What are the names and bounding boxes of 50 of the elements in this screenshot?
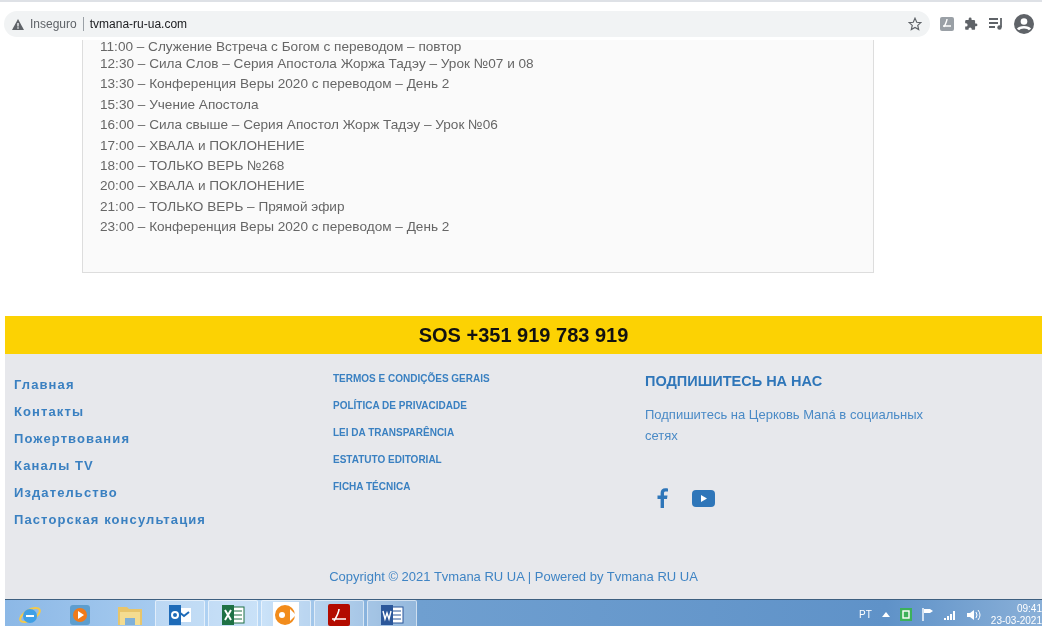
pdf-app-icon[interactable] <box>328 603 350 626</box>
legal-link[interactable]: FICHA TÉCNICA <box>333 480 645 493</box>
footer-nav-link[interactable]: Пожертвования <box>14 430 333 447</box>
circle-arrow-app-icon[interactable] <box>273 601 299 626</box>
address-bar[interactable]: Inseguro tvmana-ru-ua.com <box>4 11 930 37</box>
clock-date[interactable]: 23-03-2021 <box>990 614 1042 626</box>
tray-arrow-icon[interactable] <box>881 612 890 617</box>
schedule-item: 17:00 – ХВАЛА и ПОКЛОНЕНИЕ <box>100 136 306 155</box>
flag-icon[interactable] <box>921 608 934 621</box>
security-label: Inseguro <box>30 17 77 31</box>
pdf-extension-icon[interactable] <box>940 17 954 31</box>
puzzle-icon[interactable] <box>964 17 978 31</box>
media-queue-icon[interactable] <box>988 17 1004 31</box>
schedule-item: 13:30 – Конференция Веры 2020 с переводом – День 2 <box>100 75 451 94</box>
warning-icon[interactable] <box>12 18 24 30</box>
facebook-icon[interactable] <box>657 488 668 508</box>
legal-link[interactable]: TERMOS E CONDIÇÕES GERAIS <box>333 372 645 385</box>
spreadsheet-app-icon[interactable] <box>221 603 245 626</box>
schedule-item: 15:30 – Учение Апостола <box>100 95 260 114</box>
footer-nav-link[interactable]: Главная <box>14 376 333 393</box>
schedule-item: 16:00 – Сила свыше – Серия Апостол Жорж Тадэу – Урок №06 <box>100 116 499 135</box>
schedule-item: 20:00 – ХВАЛА и ПОКЛОНЕНИЕ <box>100 177 306 196</box>
sos-phone-text: SOS +351 919 783 919 <box>418 323 629 347</box>
account-icon[interactable] <box>1014 14 1034 34</box>
schedule-item: 21:00 – ТОЛЬКО ВЕРЬ – Прямой эфир <box>100 197 346 216</box>
footer-nav-link[interactable]: Каналы TV <box>14 457 333 474</box>
footer-nav-link[interactable]: Пасторская консультация <box>14 511 333 528</box>
copyright-text: Copyright © 2021 Tvmana RU UA | Powered by Tvmana RU UA <box>329 569 698 584</box>
legal-link[interactable]: LEI DA TRANSPARÊNCIA <box>333 426 645 439</box>
schedule-item: 23:00 – Конференция Веры 2020 с переводом – День 2 <box>100 218 451 237</box>
legal-link[interactable]: ESTATUTO EDITORIAL <box>333 453 645 466</box>
shield-tray-icon[interactable] <box>899 608 912 621</box>
legal-link[interactable]: POLÍTICA DE PRIVACIDADE <box>333 399 645 412</box>
youtube-icon[interactable] <box>692 489 715 507</box>
mail-app-icon[interactable] <box>168 603 192 626</box>
language-indicator[interactable]: PT <box>859 609 872 620</box>
schedule-item: 12:30 – Сила Слов – Серия Апостола Жоржа Тадэу – Урок №07 и 08 <box>100 55 535 73</box>
volume-icon[interactable] <box>966 608 981 621</box>
play-icon[interactable] <box>70 604 90 625</box>
url-text[interactable]: tvmana-ru-ua.com <box>89 17 902 31</box>
schedule-item: 11:00 – Служение Встреча с Богом с переводом – повтор <box>100 40 463 54</box>
signal-icon[interactable] <box>943 609 957 620</box>
subscribe-heading: ПОДПИШИТЕСЬ НА НАС <box>645 372 824 390</box>
subscribe-text: Подпишитесь на Церковь Maná в социальных сетях <box>645 406 925 445</box>
schedule-item: 18:00 – ТОЛЬКО ВЕРЬ №268 <box>100 157 286 176</box>
document-app-icon[interactable] <box>380 603 404 626</box>
star-icon[interactable] <box>908 17 922 31</box>
footer-nav-link[interactable]: Издательство <box>14 484 333 501</box>
footer-nav-link[interactable]: Контакты <box>14 403 333 420</box>
clock-time[interactable]: 09:41 <box>1016 602 1042 615</box>
